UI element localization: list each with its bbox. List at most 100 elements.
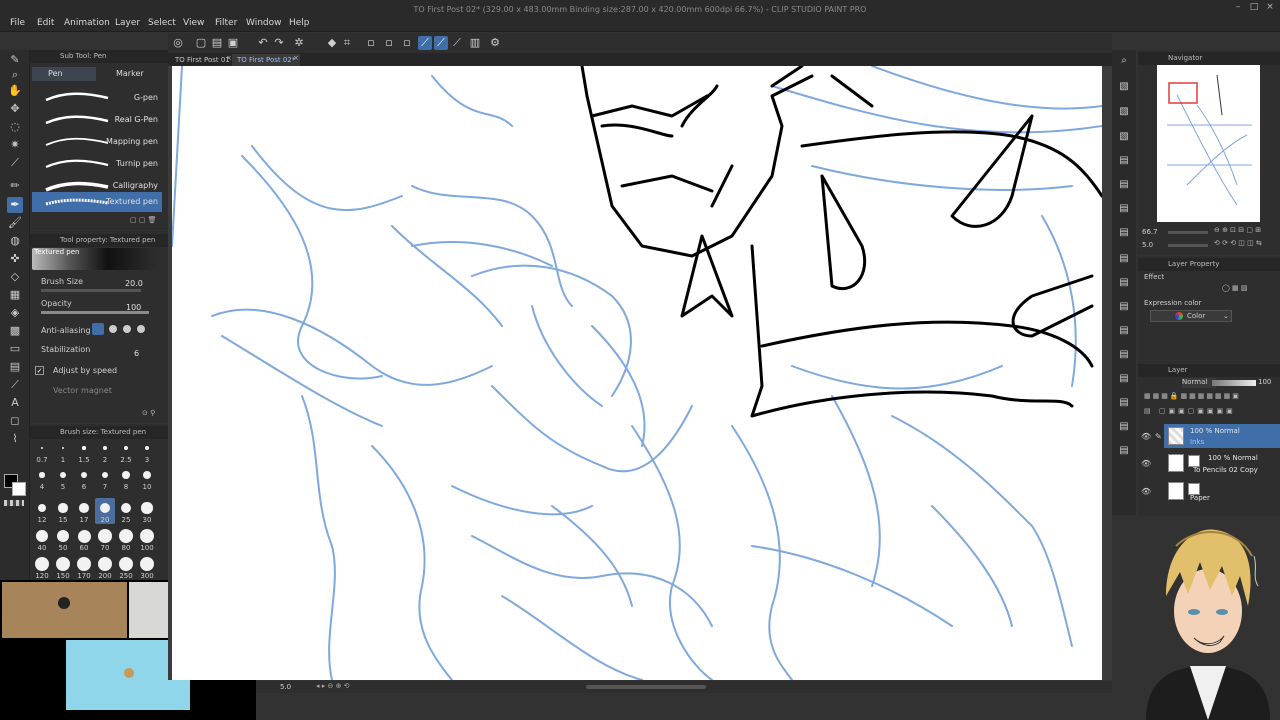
menu-layer[interactable]: Layer	[115, 18, 140, 28]
navigator-rotate-buttons[interactable]: ⟲ ⟳ ⟲ ◫ ◫ ⇆	[1214, 239, 1262, 247]
correct-line-icon[interactable]: ⌇	[7, 431, 23, 447]
layer-action-icons[interactable]: ▤ ▢▣▣▢▣▣▣▣	[1144, 407, 1236, 415]
brush-size-value[interactable]: 20.0	[125, 279, 143, 288]
brush-size-dot[interactable]	[39, 472, 45, 478]
brush-size-dot[interactable]	[82, 446, 86, 450]
search-icon[interactable]: ⌕	[1117, 54, 1131, 68]
brush-size-dot[interactable]	[103, 446, 107, 450]
brush-size-dot[interactable]	[79, 503, 89, 513]
navigator-thumbnail[interactable]	[1157, 65, 1260, 222]
undo-icon[interactable]: ↶	[256, 36, 270, 50]
tool-property-footer-icons[interactable]: ⊙ ⚲	[142, 409, 155, 417]
antialiasing-strong[interactable]	[137, 325, 145, 333]
panel-icon[interactable]: ▤	[1117, 276, 1131, 290]
transparent-color-swatch[interactable]	[4, 500, 24, 506]
move-icon[interactable]: ✥	[7, 101, 23, 117]
expression-color-select[interactable]: Color ⌄	[1150, 310, 1232, 322]
brush-size-dot[interactable]	[77, 557, 91, 571]
pen-icon[interactable]: ✒	[7, 197, 23, 213]
menu-animation[interactable]: Animation	[64, 18, 110, 28]
close-tab-icon[interactable]: ×	[226, 54, 232, 62]
sub-tool-footer-icons[interactable]: ▢ ▢ 🗑	[130, 216, 157, 224]
hand-icon[interactable]: ✋	[7, 83, 23, 99]
antialiasing-medium[interactable]	[123, 325, 131, 333]
stabilization-value[interactable]: 6	[134, 349, 139, 358]
brush-item-textured-pen[interactable]: Textured pen	[32, 192, 162, 212]
layer-row-pencils[interactable]: 100 % Normal To Pencils 02 Copy	[1164, 451, 1280, 475]
clip-studio-icon[interactable]: ◎	[171, 36, 185, 50]
antialiasing-none[interactable]	[92, 323, 104, 335]
opacity-value[interactable]: 100	[126, 303, 141, 312]
brush-item-turnip-pen[interactable]: Turnip pen	[32, 154, 162, 175]
decoration-icon[interactable]: ✜	[7, 251, 23, 267]
minimize-icon[interactable]: –	[1232, 2, 1244, 12]
brush-size-dot[interactable]	[56, 529, 70, 543]
navigator-rotation-value[interactable]: 5.0	[1142, 241, 1153, 249]
brush-icon[interactable]: 🖌	[7, 215, 23, 231]
eraser-icon[interactable]: ◇	[7, 269, 23, 285]
brush-size-dot[interactable]	[60, 472, 66, 478]
zoom-icon[interactable]: ⌕	[7, 67, 23, 83]
frame-icon[interactable]: ▤	[7, 359, 23, 375]
pin-icon[interactable]: ✎	[7, 52, 23, 68]
pencil-icon[interactable]: ✏	[7, 178, 23, 194]
settings-icon[interactable]: ⚙	[488, 36, 502, 50]
select-all-icon[interactable]: ▫	[364, 36, 378, 50]
brush-size-dot[interactable]	[36, 530, 48, 542]
snap-grid-icon[interactable]: ⟋	[450, 36, 464, 50]
brush-size-dot[interactable]	[56, 557, 70, 571]
blend-mode-select[interactable]: Normal	[1182, 378, 1216, 388]
brush-size-dot[interactable]	[101, 471, 109, 479]
cut-icon[interactable]: ▥	[468, 36, 482, 50]
panel-icon[interactable]: ▤	[1117, 252, 1131, 266]
tab-document-2[interactable]: TO First Post 02*	[232, 54, 301, 66]
brush-size-dot[interactable]	[41, 447, 43, 449]
visibility-eye-icon[interactable]: 👁	[1141, 432, 1151, 441]
gradient-icon[interactable]: ▩	[7, 323, 23, 339]
panel-icon[interactable]: ▤	[1117, 396, 1131, 410]
brush-size-dot[interactable]	[123, 445, 129, 451]
brush-size-slider[interactable]	[41, 289, 141, 292]
brush-size-dot[interactable]	[144, 445, 150, 451]
figure-icon[interactable]: ▭	[7, 341, 23, 357]
brush-size-dot[interactable]	[98, 557, 112, 571]
tab-marker[interactable]: Marker	[100, 67, 164, 81]
brush-item-real-g-pen[interactable]: Real G-Pen	[32, 110, 162, 131]
layer-tool-icons[interactable]: ▦▦▦🔒▦▦▦▦▦▦▣	[1144, 392, 1241, 400]
layer-row-paper[interactable]: Paper	[1164, 479, 1280, 503]
brush-size-dot[interactable]	[140, 529, 154, 543]
brush-size-dot[interactable]	[61, 446, 65, 450]
layer-opacity-slider[interactable]	[1212, 380, 1256, 386]
brush-size-dot[interactable]	[35, 557, 49, 571]
brush-size-dot[interactable]	[142, 470, 152, 480]
brush-size-dot[interactable]	[120, 502, 132, 514]
redo-icon[interactable]: ↷	[272, 36, 286, 50]
brush-size-dot[interactable]	[122, 471, 130, 479]
ruler-icon[interactable]: ⟋	[7, 377, 23, 393]
brush-size-dot[interactable]	[77, 529, 91, 543]
auto-select-icon[interactable]: ✷	[7, 137, 23, 153]
adjust-by-speed-checkbox[interactable]: ✓	[35, 366, 44, 375]
zoom-controls-icon[interactable]: ◂ ▸ ⊖ ⊕ ⟲	[316, 682, 350, 690]
menu-help[interactable]: Help	[289, 18, 310, 28]
lasso-icon[interactable]: ◌	[7, 119, 23, 135]
antialiasing-weak[interactable]	[109, 325, 117, 333]
fill-icon[interactable]: ◆	[325, 36, 339, 50]
panel-icon[interactable]: ▤	[1117, 226, 1131, 240]
close-tab-icon[interactable]: ×	[293, 54, 299, 62]
brush-size-dot[interactable]	[80, 471, 88, 479]
maximize-icon[interactable]: □	[1248, 2, 1260, 12]
zoom-readout[interactable]: 5.0	[280, 683, 291, 691]
menu-view[interactable]: View	[183, 18, 204, 28]
panel-icon[interactable]: ▤	[1117, 178, 1131, 192]
menu-filter[interactable]: Filter	[215, 18, 237, 28]
brush-item-mapping-pen[interactable]: Mapping pen	[32, 132, 162, 153]
visibility-eye-icon[interactable]: 👁	[1141, 487, 1151, 496]
panel-icon[interactable]: ▤	[1117, 348, 1131, 362]
brush-size-dot[interactable]	[58, 503, 68, 513]
visibility-eye-icon[interactable]: 👁	[1141, 459, 1151, 468]
panel-icon[interactable]: ▤	[1117, 324, 1131, 338]
tab-pen[interactable]: Pen	[32, 67, 96, 81]
layer-opacity-value[interactable]: 100	[1258, 378, 1271, 386]
panel-icon[interactable]: ▤	[1117, 372, 1131, 386]
